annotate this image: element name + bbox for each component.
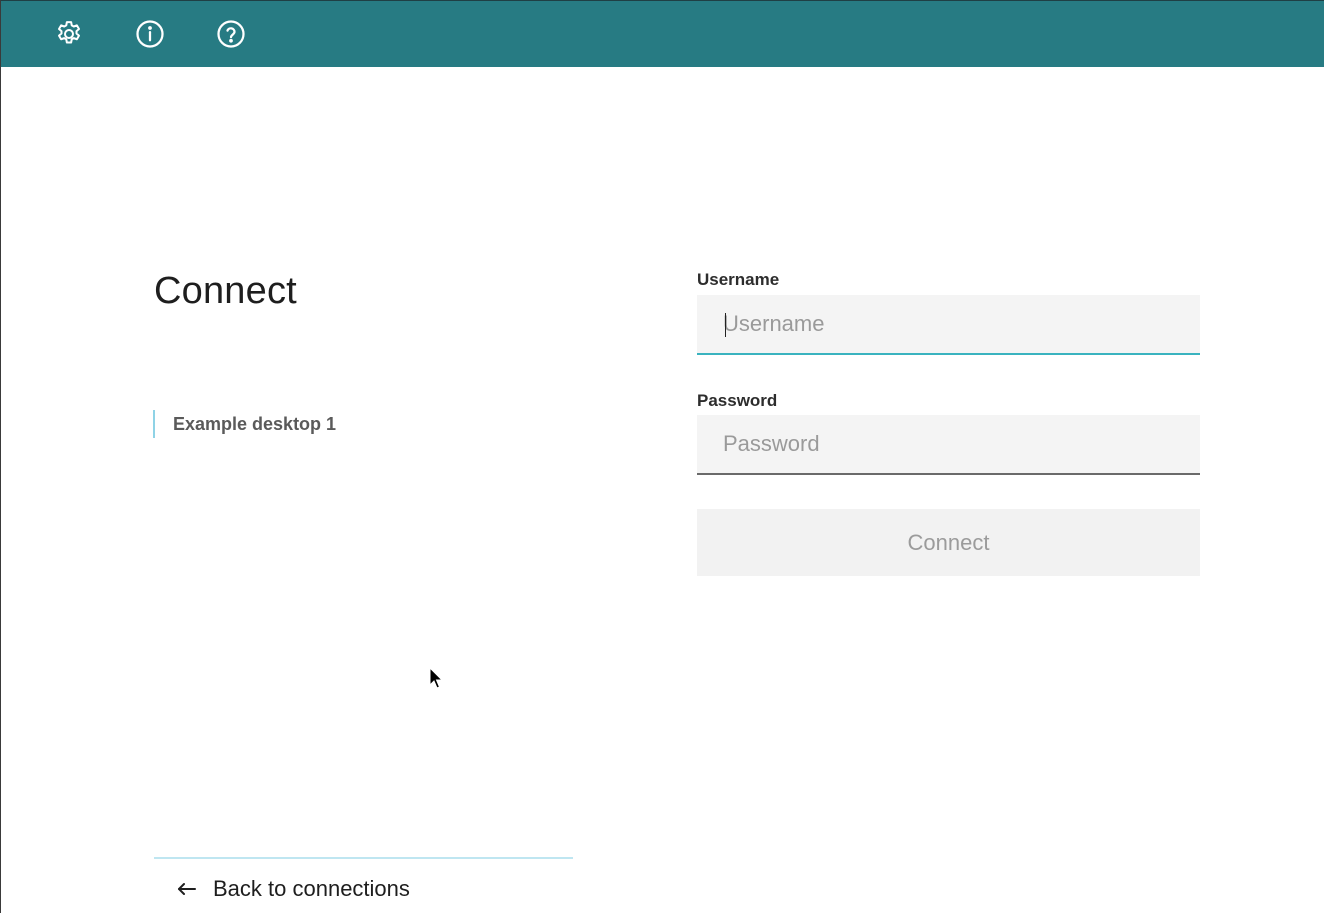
username-input[interactable] (697, 295, 1200, 353)
password-field-container (697, 415, 1200, 475)
help-icon (216, 19, 246, 49)
username-label: Username (697, 270, 780, 289)
text-caret (725, 313, 726, 337)
top-toolbar (1, 0, 1324, 67)
back-link-label: Back to connections (213, 876, 410, 901)
password-label: Password (697, 391, 778, 410)
password-input[interactable] (697, 415, 1200, 473)
help-button[interactable] (215, 18, 247, 50)
mouse-pointer-icon (429, 666, 445, 696)
page-title: Connect (154, 270, 297, 312)
back-to-connections-link[interactable]: Back to connections (177, 876, 410, 902)
settings-icon (54, 19, 84, 49)
connection-item: Example desktop 1 (153, 410, 336, 438)
connection-name: Example desktop 1 (173, 413, 337, 434)
settings-button[interactable] (53, 18, 85, 50)
info-button[interactable] (134, 18, 166, 50)
username-field-container (697, 295, 1200, 355)
arrow-left-icon (177, 882, 197, 896)
info-icon (135, 19, 165, 49)
connect-button[interactable]: Connect (697, 509, 1200, 576)
footer-divider (154, 857, 573, 859)
